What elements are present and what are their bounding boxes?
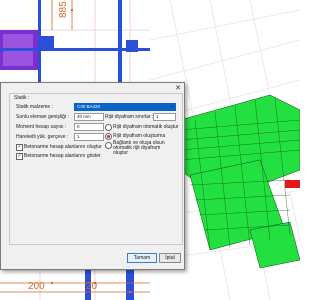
moment-account-input[interactable]: 0: [74, 123, 104, 131]
radio-auto-diaphragm[interactable]: [105, 124, 112, 131]
close-icon[interactable]: ✕: [175, 84, 181, 92]
settings-dialog: ✕ Statik : Statik malzeme : C30 BA420 ▼ …: [0, 82, 185, 270]
plan-dimension-bottom-1: 200: [28, 281, 45, 292]
rigid-diaphragm-label: Rijit diyafram sınırlar :: [105, 114, 154, 120]
checkbox-show-areas-label: Betonarme hesap alanlarını göster: [24, 153, 101, 159]
plan-dimension-top: 885: [58, 1, 69, 18]
red-element: [285, 180, 300, 188]
rigid-diaphragm-input[interactable]: 1: [153, 113, 176, 121]
checkbox-create-areas[interactable]: ✓: [16, 144, 23, 151]
radio-connected-diaphragm-label: Bağlantı ve oluşa olsun otomatik rijit d…: [113, 140, 165, 156]
cancel-button[interactable]: İptal: [159, 253, 181, 263]
chevron-down-icon: ▼: [170, 104, 174, 109]
group-label: Statik :: [14, 95, 30, 101]
iteration-count-label: Hareketli yük. gerçeve :: [16, 134, 69, 140]
radio-no-diaphragm-label: Rijit diyafram oluşturma: [113, 133, 166, 139]
column: [40, 36, 54, 50]
element-length-input[interactable]: 40 mm: [74, 113, 104, 121]
radio-no-diaphragm[interactable]: [105, 133, 112, 140]
checkbox-create-areas-label: Betonarme hesap alanlarını oluştur: [24, 144, 102, 150]
radio-auto-diaphragm-label: Rijit diyafram otomatik oluştur: [113, 124, 179, 130]
checkbox-show-areas[interactable]: ✓: [16, 153, 23, 160]
iteration-count-input[interactable]: 1: [74, 133, 104, 141]
moment-account-label: Moment hesap sayısı :: [16, 124, 67, 130]
element-length-label: Sonlu eleman genişliği :: [16, 114, 69, 120]
static-model-value: C30 BA420: [77, 104, 101, 109]
ok-button[interactable]: Tamam: [127, 253, 157, 263]
radio-connected-diaphragm[interactable]: [105, 142, 112, 149]
plan-dimension-bottom-2: 20: [86, 281, 98, 292]
static-model-label: Statik malzeme :: [16, 104, 53, 110]
static-model-dropdown[interactable]: C30 BA420 ▼: [74, 103, 176, 111]
